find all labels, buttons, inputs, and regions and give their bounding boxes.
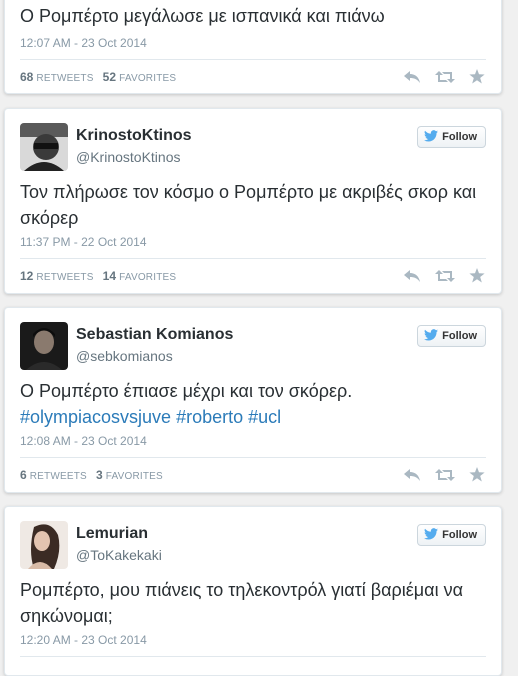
hashtag-link[interactable]: #olympiacosvsjuve [20,407,171,427]
tweet-timestamp[interactable]: 12:07 AM - 23 Oct 2014 [20,36,147,50]
tweet-text: Ρομπέρτο, μου πιάνεις το τηλεκοντρόλ για… [20,580,463,626]
tweet-card: KrinostoKtinos @KrinostoKtinos Follow Το… [4,108,502,294]
tweet-stats: 6 RETWEETS 3 FAVORITES [20,468,169,482]
hashtag-link[interactable]: #ucl [248,407,281,427]
tweet-card: Sebastian Komianos @sebkomianos Follow Ο… [4,307,502,493]
divider [20,457,486,458]
divider [20,59,486,60]
favorites-label: FAVORITES [119,73,177,84]
tweet-text: Ο Ρομπέρτο μεγάλωσε με ισπανικά και πιάν… [20,6,385,26]
favorite-count[interactable]: 14 [103,269,116,283]
tweet-stats: 68 RETWEETS 52 FAVORITES [20,70,182,84]
twitter-bird-icon [424,129,439,145]
user-handle[interactable]: @sebkomianos [76,348,173,364]
retweet-icon[interactable] [435,269,455,283]
divider [20,258,486,259]
tweet-body: Ο Ρομπέρτο έπιασε μέχρι και τον σκόρερ. [20,381,353,401]
favorite-star-icon[interactable] [469,69,485,84]
retweet-count[interactable]: 12 [20,269,33,283]
tweet-card: Lemurian @ToKakekaki Follow Ρομπέρτο, μο… [4,506,502,676]
retweet-icon[interactable] [435,468,455,482]
user-name[interactable]: Lemurian [76,525,148,543]
retweets-label: RETWEETS [29,471,87,482]
tweet-header: KrinostoKtinos @KrinostoKtinos Follow [20,123,486,171]
reply-icon[interactable] [403,269,421,283]
tweet-timestamp[interactable]: 12:08 AM - 23 Oct 2014 [20,434,147,448]
user-name[interactable]: KrinostoKtinos [76,127,192,145]
user-handle[interactable]: @KrinostoKtinos [76,149,180,165]
follow-button[interactable]: Follow [417,126,486,148]
tweet-stats: 12 RETWEETS 14 FAVORITES [20,269,182,283]
favorite-count[interactable]: 3 [96,468,103,482]
tweet-actions [403,467,485,482]
twitter-bird-icon [424,527,439,543]
favorites-label: FAVORITES [105,471,163,482]
retweet-count[interactable]: 6 [20,468,27,482]
hashtag-link[interactable]: #roberto [176,407,243,427]
follow-label: Follow [442,529,477,541]
tweet-text: Τον πλήρωσε τον κόσμο ο Ρομπέρτο με ακρι… [20,182,477,228]
user-handle[interactable]: @ToKakekaki [76,547,162,563]
favorite-star-icon[interactable] [469,268,485,283]
tweet-timestamp[interactable]: 11:37 PM - 22 Oct 2014 [20,235,147,249]
reply-icon[interactable] [403,70,421,84]
tweet-card: Ο Ρομπέρτο μεγάλωσε με ισπανικά και πιάν… [4,0,502,94]
twitter-bird-icon [424,328,439,344]
follow-label: Follow [442,131,477,143]
favorite-count[interactable]: 52 [103,70,116,84]
avatar[interactable] [20,123,68,171]
follow-button[interactable]: Follow [417,524,486,546]
follow-button[interactable]: Follow [417,325,486,347]
user-name[interactable]: Sebastian Komianos [76,326,233,344]
avatar[interactable] [20,521,68,569]
divider [20,656,486,657]
retweet-icon[interactable] [435,70,455,84]
tweet-timestamp[interactable]: 12:20 AM - 23 Oct 2014 [20,633,147,647]
retweets-label: RETWEETS [36,272,94,283]
tweet-header: Lemurian @ToKakekaki Follow [20,521,486,569]
reply-icon[interactable] [403,468,421,482]
tweet-actions [403,268,485,283]
retweet-count[interactable]: 68 [20,70,33,84]
retweets-label: RETWEETS [36,73,94,84]
avatar[interactable] [20,322,68,370]
follow-label: Follow [442,330,477,342]
tweet-header: Sebastian Komianos @sebkomianos Follow [20,322,486,370]
favorite-star-icon[interactable] [469,467,485,482]
tweet-actions [403,69,485,84]
favorites-label: FAVORITES [119,272,177,283]
tweet-text: Ο Ρομπέρτο έπιασε μέχρι και τον σκόρερ. … [20,378,489,430]
